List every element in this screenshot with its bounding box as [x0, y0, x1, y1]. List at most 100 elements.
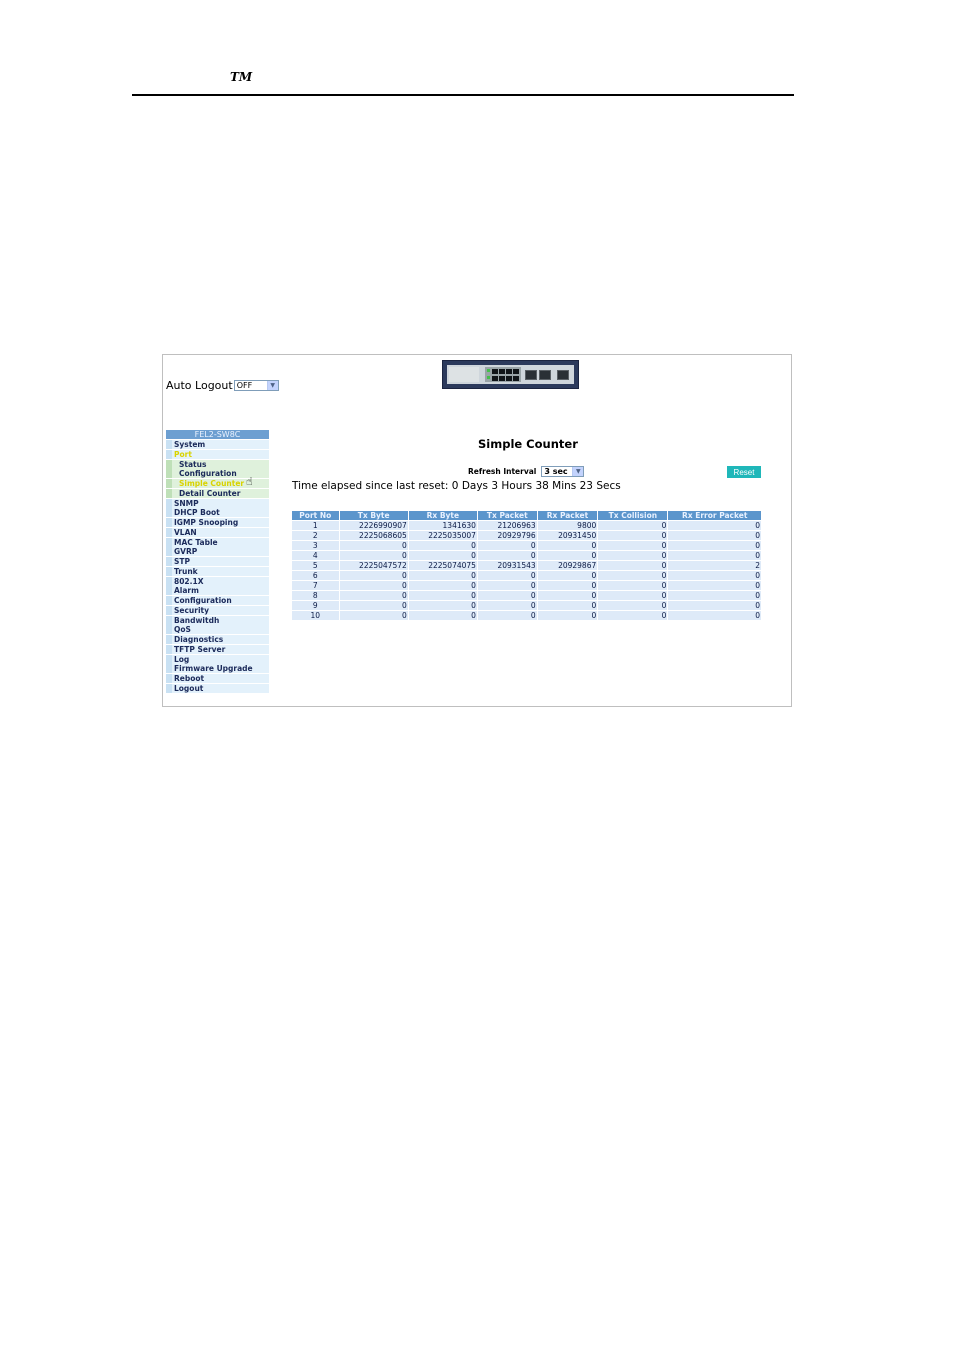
table-header-row: Port No Tx Byte Rx Byte Tx Packet Rx Packet T…: [292, 511, 761, 520]
table-cell: 0: [537, 571, 598, 580]
sidebar-item-vlan[interactable]: VLAN: [166, 527, 269, 537]
sidebar-item-label: Configuration: [179, 469, 237, 479]
table-cell: 0: [408, 581, 477, 590]
column-header: Port No: [292, 511, 339, 520]
table-cell: 0: [668, 611, 761, 620]
table-cell: 0: [339, 581, 408, 590]
table-cell: 0: [477, 571, 537, 580]
sidebar-item-label: Status: [179, 459, 207, 469]
sidebar-item-802-1x[interactable]: 802.1X: [166, 576, 269, 586]
table-cell: 0: [477, 581, 537, 590]
chevron-down-icon[interactable]: ▼: [572, 467, 584, 476]
sidebar-item-mac-table[interactable]: MAC Table: [166, 537, 269, 547]
auto-logout-value: OFF: [236, 381, 253, 390]
sidebar-item-logout[interactable]: Logout: [166, 683, 269, 693]
table-row: 7000000: [292, 581, 761, 590]
table-cell: 0: [598, 611, 668, 620]
sidebar-item-simple-counter[interactable]: Simple Counter ☝: [166, 476, 269, 488]
sidebar-item-stp[interactable]: STP: [166, 557, 269, 566]
sidebar-item-reboot[interactable]: Reboot: [166, 674, 269, 683]
table-cell: 0: [537, 591, 598, 600]
table-cell: 0: [598, 541, 668, 550]
sidebar-item-port[interactable]: Port: [166, 449, 269, 459]
reset-button[interactable]: Reset: [727, 466, 761, 478]
sidebar-item-label: SNMP: [174, 498, 199, 508]
device-label-plate: [449, 367, 479, 382]
table-cell: 0: [598, 531, 668, 540]
table-cell: 0: [408, 601, 477, 610]
sidebar-item-firmware-upgrade[interactable]: Firmware Upgrade: [166, 664, 269, 674]
refresh-interval: Refresh Interval 3 sec ▼: [468, 466, 585, 477]
table-cell: 0: [598, 591, 668, 600]
sidebar-item-detail-counter[interactable]: Detail Counter: [166, 488, 269, 498]
sidebar-item-dhcp-boot[interactable]: DHCP Boot: [166, 508, 269, 518]
column-header: Tx Collision: [598, 511, 668, 520]
auto-logout-select[interactable]: OFF ▼: [233, 380, 279, 391]
table-row: 6000000: [292, 571, 761, 580]
table-cell: 0: [537, 541, 598, 550]
table-cell: 1341630: [408, 521, 477, 530]
table-cell: 20929796: [477, 531, 537, 540]
table-cell: 0: [598, 601, 668, 610]
table-row: 2 2225068605 2225035007 20929796 20931450 0 0: [292, 531, 761, 540]
table-cell: 2: [668, 561, 761, 570]
sidebar-item-status[interactable]: Status: [166, 459, 269, 469]
table-cell: 0: [339, 611, 408, 620]
table-cell: 20931543: [477, 561, 537, 570]
sidebar-item-trunk[interactable]: Trunk: [166, 566, 269, 576]
sidebar-item-gvrp[interactable]: GVRP: [166, 547, 269, 557]
sidebar-item-label: 802.1X: [174, 576, 204, 586]
sidebar-item-label: TFTP Server: [174, 644, 226, 654]
column-header: Tx Packet: [477, 511, 537, 520]
table-cell: 0: [537, 611, 598, 620]
table-cell: 0: [477, 611, 537, 620]
sidebar-item-label: GVRP: [174, 547, 198, 557]
table-cell: 2225068605: [339, 531, 408, 540]
table-cell: 21206963: [477, 521, 537, 530]
table-cell: 2225074075: [408, 561, 477, 570]
sidebar-item-tftp-server[interactable]: TFTP Server: [166, 644, 269, 654]
sidebar-item-alarm[interactable]: Alarm: [166, 586, 269, 596]
sidebar-item-label: IGMP Snooping: [174, 518, 239, 527]
table-cell: 0: [408, 591, 477, 600]
sidebar-item-bandwitdh[interactable]: Bandwitdh: [166, 615, 269, 625]
refresh-interval-label: Refresh Interval: [468, 467, 537, 476]
sidebar-item-configuration[interactable]: Configuration: [166, 469, 269, 479]
sidebar-item-qos[interactable]: QoS: [166, 625, 269, 635]
column-header: Rx Error Packet: [668, 511, 761, 520]
sidebar-item-label: Security: [174, 605, 210, 615]
table-cell: 0: [339, 601, 408, 610]
table-cell: 5: [292, 561, 339, 570]
sidebar-item-label: Alarm: [174, 586, 199, 596]
table-row: 10 0 0 0 0 0 0: [292, 611, 761, 620]
table-cell: 0: [339, 591, 408, 600]
sidebar-item-diagnostics[interactable]: Diagnostics: [166, 635, 269, 644]
sidebar-item-security[interactable]: Security: [166, 605, 269, 615]
menu-title: FEL2-SW8C: [166, 430, 269, 439]
table-row: 8000000: [292, 591, 761, 600]
sidebar-item-system[interactable]: System: [166, 440, 269, 449]
table-cell: 0: [598, 521, 668, 530]
table-cell: 0: [339, 571, 408, 580]
trademark-mark: TM: [230, 70, 253, 84]
sidebar-item-label: Configuration: [174, 596, 232, 605]
table-cell: 2225035007: [408, 531, 477, 540]
table-cell: 0: [598, 581, 668, 590]
sidebar-item-configuration[interactable]: Configuration: [166, 596, 269, 605]
sidebar-item-label: Logout: [174, 683, 204, 693]
table-row: 3000000: [292, 541, 761, 550]
sidebar-item-label: Reboot: [174, 674, 205, 683]
table-cell: 0: [668, 601, 761, 610]
sidebar-item-label: Log: [174, 654, 190, 664]
sidebar-item-snmp[interactable]: SNMP: [166, 498, 269, 508]
refresh-interval-select[interactable]: 3 sec ▼: [541, 466, 585, 477]
table-cell: 0: [339, 541, 408, 550]
document-header: TM: [132, 68, 794, 96]
switch-device-image: [442, 360, 579, 389]
table-cell: 0: [668, 591, 761, 600]
time-elapsed-text: Time elapsed since last reset: 0 Days 3 …: [292, 480, 621, 492]
chevron-down-icon[interactable]: ▼: [266, 381, 278, 390]
sidebar-item-igmp-snooping[interactable]: IGMP Snooping: [166, 518, 269, 527]
column-header: Rx Byte: [408, 511, 477, 520]
sidebar-item-log[interactable]: Log: [166, 654, 269, 664]
